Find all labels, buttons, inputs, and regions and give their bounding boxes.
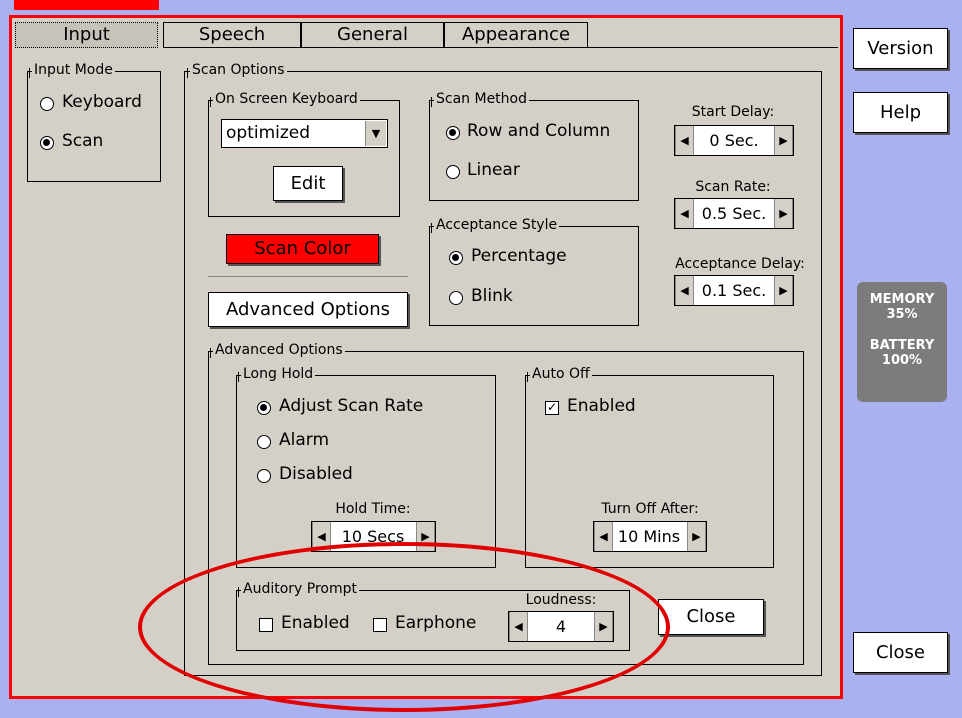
adjust-scan-rate-label: Adjust Scan Rate [279,396,424,416]
scan-method-legend: Scan Method [431,91,529,107]
advanced-options-button[interactable]: Advanced Options [208,292,408,327]
help-button[interactable]: Help [853,92,948,133]
arrow-left-icon[interactable]: ◀ [675,276,694,305]
arrow-left-icon[interactable]: ◀ [509,612,528,641]
linear-radio[interactable] [446,165,460,179]
keyboard-radio[interactable] [40,97,54,111]
hold-time-label: Hold Time: [335,501,411,517]
version-button[interactable]: Version [853,28,948,69]
keyboard-label: Keyboard [62,92,142,112]
arrow-right-icon[interactable]: ▶ [687,522,706,551]
auditory-enabled-label: Enabled [281,613,350,633]
arrow-right-icon[interactable]: ▶ [416,522,435,551]
disabled-radio[interactable] [257,469,271,483]
scan-rate-stepper[interactable]: ◀ 0.5 Sec. ▶ [674,198,794,229]
long-hold-legend: Long Hold [237,366,316,382]
edit-keyboard-button[interactable]: Edit [273,166,343,201]
turn-off-after-stepper[interactable]: ◀ 10 Mins ▶ [593,521,707,552]
earphone-checkbox[interactable] [373,618,387,632]
disabled-label: Disabled [279,464,353,484]
alarm-label: Alarm [279,430,330,450]
alarm-radio[interactable] [257,435,271,449]
row-column-radio[interactable] [446,126,460,140]
scan-options-legend: Scan Options [187,62,287,78]
percentage-radio[interactable] [449,251,463,265]
arrow-right-icon[interactable]: ▶ [774,276,793,305]
hold-time-value: 10 Secs [341,527,405,546]
divider [208,276,408,277]
advanced-close-button[interactable]: Close [658,599,764,635]
arrow-right-icon[interactable]: ▶ [594,612,613,641]
loudness-value: 4 [555,617,567,636]
chevron-down-icon[interactable]: ▼ [365,121,386,146]
scan-color-button[interactable]: Scan Color [226,234,379,264]
memory-label: MEMORY [869,292,935,307]
status-panel: MEMORY 35% BATTERY 100% [857,282,947,402]
scan-rate-value: 0.5 Sec. [701,204,767,223]
acceptance-delay-value: 0.1 Sec. [701,281,767,300]
auto-off-legend: Auto Off [527,366,592,382]
on-screen-keyboard-legend: On Screen Keyboard [210,91,360,107]
blink-label: Blink [471,286,513,306]
scan-rate-label: Scan Rate: [695,179,771,195]
acceptance-style-legend: Acceptance Style [430,217,560,233]
battery-value: 100% [881,353,923,368]
tab-divider [163,47,838,48]
acceptance-delay-stepper[interactable]: ◀ 0.1 Sec. ▶ [674,275,794,306]
auditory-enabled-checkbox[interactable] [259,618,273,632]
arrow-right-icon[interactable]: ▶ [774,126,793,155]
linear-label: Linear [467,160,520,180]
loudness-stepper[interactable]: ◀ 4 ▶ [508,611,614,642]
tab-speech[interactable]: Speech [163,22,301,48]
arrow-right-icon[interactable]: ▶ [774,199,793,228]
close-button[interactable]: Close [853,632,948,673]
start-delay-value: 0 Sec. [709,131,759,150]
earphone-label: Earphone [395,613,477,633]
acceptance-style-group [429,226,639,326]
start-delay-label: Start Delay: [691,104,775,120]
arrow-left-icon[interactable]: ◀ [675,126,694,155]
turn-off-after-value: 10 Mins [617,527,681,546]
scan-label: Scan [62,131,104,151]
acceptance-delay-label: Acceptance Delay: [675,256,805,272]
memory-value: 35% [886,307,918,322]
input-mode-group [27,71,161,182]
tab-appearance[interactable]: Appearance [444,22,588,48]
adjust-scan-rate-radio[interactable] [257,401,271,415]
keyboard-layout-select[interactable]: optimized ▼ [221,119,388,148]
percentage-label: Percentage [471,246,567,266]
keyboard-layout-value: optimized [226,123,311,143]
arrow-left-icon[interactable]: ◀ [312,522,331,551]
tab-input[interactable]: Input [15,22,158,48]
arrow-left-icon[interactable]: ◀ [675,199,694,228]
start-delay-stepper[interactable]: ◀ 0 Sec. ▶ [674,125,794,156]
auto-off-enabled-checkbox[interactable]: ✓ [545,401,559,415]
auto-off-enabled-label: Enabled [567,396,636,416]
scan-radio[interactable] [40,136,54,150]
scan-method-group [429,100,639,201]
battery-label: BATTERY [869,338,935,353]
turn-off-after-label: Turn Off After: [601,501,699,517]
blink-radio[interactable] [449,291,463,305]
row-column-label: Row and Column [467,121,611,141]
hold-time-stepper[interactable]: ◀ 10 Secs ▶ [311,521,436,552]
input-mode-legend: Input Mode [29,62,115,78]
highlight-bar [14,0,159,10]
advanced-options-legend: Advanced Options [210,342,345,358]
tab-general[interactable]: General [301,22,444,48]
loudness-label: Loudness: [525,592,597,608]
auditory-prompt-legend: Auditory Prompt [238,581,359,597]
